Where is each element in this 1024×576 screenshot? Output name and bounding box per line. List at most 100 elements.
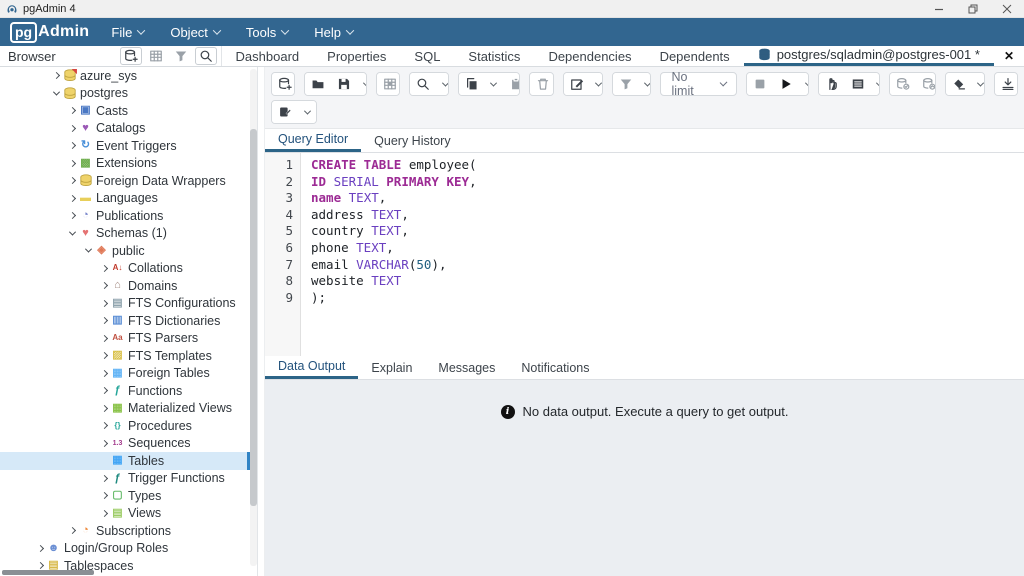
copy-button[interactable] xyxy=(458,73,485,95)
chevron-right-icon[interactable] xyxy=(98,509,110,517)
edit-button[interactable] xyxy=(563,73,590,95)
sql-code[interactable]: CREATE TABLE employee(ID SERIAL PRIMARY … xyxy=(301,153,1024,356)
tree-item-fts-configurations[interactable]: ▤ FTS Configurations xyxy=(0,295,250,313)
chevron-right-icon[interactable] xyxy=(66,124,78,132)
tab-messages[interactable]: Messages xyxy=(425,356,508,379)
tree-item-azure-sys[interactable]: azure_sys xyxy=(0,67,250,85)
tree-item-trigger-functions[interactable]: ƒ Trigger Functions xyxy=(0,470,250,488)
clear-button[interactable] xyxy=(945,73,972,95)
delete-button[interactable] xyxy=(530,73,553,95)
tab-statistics[interactable]: Statistics xyxy=(454,46,534,66)
tree-item-login-group-roles[interactable]: ☻ Login/Group Roles xyxy=(0,540,250,558)
tree-item-types[interactable]: ▢ Types xyxy=(0,487,250,505)
tree-item-fts-templates[interactable]: ▨ FTS Templates xyxy=(0,347,250,365)
chevron-right-icon[interactable] xyxy=(98,439,110,447)
download-csv-button[interactable] xyxy=(994,73,1017,95)
filter-dropdown-button[interactable] xyxy=(638,73,651,95)
tab-dependents[interactable]: Dependents xyxy=(646,46,744,66)
tree-item-sequences[interactable]: 1.3 Sequences xyxy=(0,435,250,453)
tree-item-schemas-1[interactable]: ♥ Schemas (1) xyxy=(0,225,250,243)
chevron-right-icon[interactable] xyxy=(98,369,110,377)
chevron-right-icon[interactable] xyxy=(98,299,110,307)
macros-button[interactable] xyxy=(272,101,298,123)
chevron-right-icon[interactable] xyxy=(66,212,78,220)
chevron-down-icon[interactable] xyxy=(50,88,62,96)
tab-properties[interactable]: Properties xyxy=(313,46,400,66)
tree-item-subscriptions[interactable]: ◔ Subscriptions xyxy=(0,522,250,540)
chevron-right-icon[interactable] xyxy=(66,177,78,185)
chevron-right-icon[interactable] xyxy=(66,142,78,150)
restore-button[interactable] xyxy=(956,0,990,17)
edit-dropdown-button[interactable] xyxy=(589,73,602,95)
chevron-right-icon[interactable] xyxy=(34,562,46,570)
tab-data-output[interactable]: Data Output xyxy=(265,356,359,379)
tab-dashboard[interactable]: Dashboard xyxy=(222,46,314,66)
minimize-button[interactable] xyxy=(922,0,956,17)
tab-notifications[interactable]: Notifications xyxy=(508,356,602,379)
tree-item-domains[interactable]: ⌂ Domains xyxy=(0,277,250,295)
tree-item-public[interactable]: ◈ public xyxy=(0,242,250,260)
chevron-right-icon[interactable] xyxy=(98,404,110,412)
chevron-right-icon[interactable] xyxy=(98,264,110,272)
tree-item-foreign-tables[interactable]: ▦ Foreign Tables xyxy=(0,365,250,383)
chevron-right-icon[interactable] xyxy=(66,159,78,167)
menu-tools[interactable]: Tools xyxy=(246,25,290,40)
tree-item-postgres[interactable]: postgres xyxy=(0,85,250,103)
tree-item-functions[interactable]: ƒ Functions xyxy=(0,382,250,400)
panel-splitter[interactable] xyxy=(258,67,265,576)
add-server-icon[interactable] xyxy=(119,47,142,65)
save-dropdown-button[interactable] xyxy=(357,73,366,95)
tree-item-procedures[interactable]: {} Procedures xyxy=(0,417,250,435)
execute-dropdown-button[interactable] xyxy=(799,73,808,95)
find-button[interactable] xyxy=(410,73,437,95)
filter-icon[interactable] xyxy=(169,47,192,65)
chevron-right-icon[interactable] xyxy=(98,474,110,482)
save-data-changes-button[interactable] xyxy=(376,73,400,95)
rollback-button[interactable] xyxy=(915,73,935,95)
tree-item-event-triggers[interactable]: ↻ Event Triggers xyxy=(0,137,250,155)
tree-item-fts-parsers[interactable]: Aa FTS Parsers xyxy=(0,330,250,348)
commit-button[interactable] xyxy=(889,73,916,95)
filter-button[interactable] xyxy=(612,73,639,95)
tree-item-collations[interactable]: A↓ Collations xyxy=(0,260,250,278)
tab-query-tool[interactable]: postgres/sqladmin@postgres-001 * xyxy=(743,46,994,66)
chevron-right-icon[interactable] xyxy=(98,282,110,290)
explain-analyze-button[interactable] xyxy=(844,73,871,95)
row-limit-select[interactable]: No limit xyxy=(660,70,738,98)
menu-help[interactable]: Help xyxy=(314,25,355,40)
chevron-right-icon[interactable] xyxy=(98,352,110,360)
tree-item-languages[interactable]: ▬ Languages xyxy=(0,190,250,208)
macros-dropdown-button[interactable] xyxy=(298,101,316,123)
cancel-query-button[interactable] xyxy=(747,73,774,95)
tree-item-extensions[interactable]: ▩ Extensions xyxy=(0,155,250,173)
menu-object[interactable]: Object xyxy=(170,25,222,40)
tab-explain[interactable]: Explain xyxy=(358,356,425,379)
chevron-right-icon[interactable] xyxy=(98,492,110,500)
chevron-right-icon[interactable] xyxy=(66,107,78,115)
chevron-right-icon[interactable] xyxy=(98,422,110,430)
chevron-right-icon[interactable] xyxy=(98,317,110,325)
sql-editor[interactable]: 123456789 CREATE TABLE employee(ID SERIA… xyxy=(265,153,1024,356)
copy-dropdown-button[interactable] xyxy=(484,73,503,95)
tree-horizontal-scrollbar[interactable] xyxy=(0,570,250,575)
tree-item-tables[interactable]: ▦ Tables xyxy=(0,452,250,470)
tree-item-casts[interactable]: ▣ Casts xyxy=(0,102,250,120)
chevron-down-icon[interactable] xyxy=(82,245,94,253)
search-objects-icon[interactable] xyxy=(194,47,217,65)
close-window-button[interactable] xyxy=(990,0,1024,17)
close-panel-button[interactable]: ✕ xyxy=(994,46,1024,66)
chevron-right-icon[interactable] xyxy=(98,387,110,395)
tab-query-history[interactable]: Query History xyxy=(361,129,463,152)
tab-query-editor[interactable]: Query Editor xyxy=(265,129,362,152)
tab-sql[interactable]: SQL xyxy=(400,46,454,66)
tree-vertical-scrollbar[interactable] xyxy=(250,69,257,566)
chevron-right-icon[interactable] xyxy=(50,72,62,80)
chevron-right-icon[interactable] xyxy=(98,334,110,342)
chevron-down-icon[interactable] xyxy=(66,228,78,236)
find-dropdown-button[interactable] xyxy=(436,73,448,95)
menu-file[interactable]: File xyxy=(111,25,146,40)
chevron-right-icon[interactable] xyxy=(66,194,78,202)
tree-item-publications[interactable]: ◔ Publications xyxy=(0,207,250,225)
tree-item-views[interactable]: ▤ Views xyxy=(0,505,250,523)
open-file-button[interactable] xyxy=(305,73,332,95)
